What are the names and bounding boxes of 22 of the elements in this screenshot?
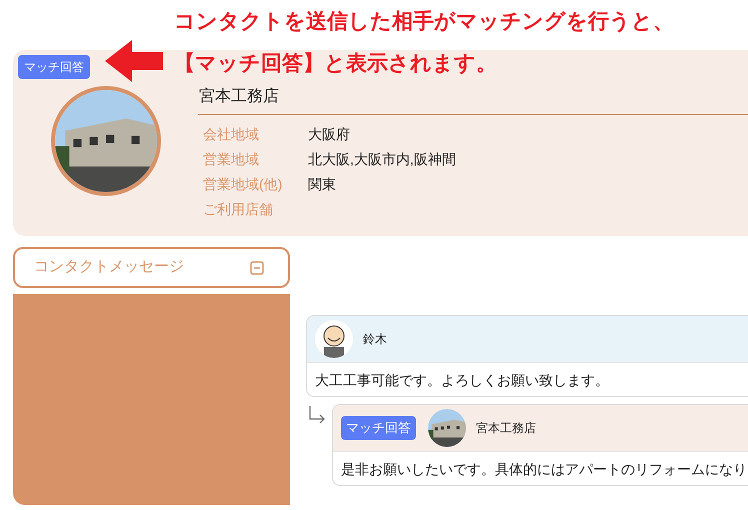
field-value: 大阪府 bbox=[308, 125, 350, 144]
field-value: 関東 bbox=[308, 175, 336, 194]
sender-name: 宮本工務店 bbox=[476, 420, 536, 437]
match-badge: マッチ回答 bbox=[18, 55, 90, 79]
match-badge: マッチ回答 bbox=[341, 416, 416, 440]
collapse-icon bbox=[250, 260, 264, 274]
field-label: 営業地域(他) bbox=[203, 175, 284, 194]
reply-arrow-icon bbox=[308, 405, 326, 425]
annotation-text: コンタクトを送信した相手がマッチングを行うと、 bbox=[174, 9, 674, 35]
photo-placeholder bbox=[428, 409, 466, 447]
sender-name: 鈴木 bbox=[363, 331, 387, 348]
annotation-text: 【マッチ回答】と表示されます。 bbox=[174, 51, 498, 77]
contact-message-button[interactable]: コンタクトメッセージ bbox=[13, 247, 290, 288]
arrow-icon bbox=[105, 40, 163, 82]
field-label: ご利用店舗 bbox=[203, 200, 274, 219]
message-text: 是非お願いしたいです。具体的にはアパートのリフォームになり bbox=[333, 451, 748, 485]
company-name: 宮本工務店 bbox=[198, 86, 280, 107]
field-label: 営業地域 bbox=[203, 150, 260, 169]
field-label: 会社地域 bbox=[203, 125, 260, 144]
field-value: 北大阪,大阪市内,阪神間 bbox=[308, 150, 456, 169]
person-avatar bbox=[315, 320, 353, 358]
message-text: 大工工事可能です。よろしくお願い致します。 bbox=[307, 362, 748, 396]
